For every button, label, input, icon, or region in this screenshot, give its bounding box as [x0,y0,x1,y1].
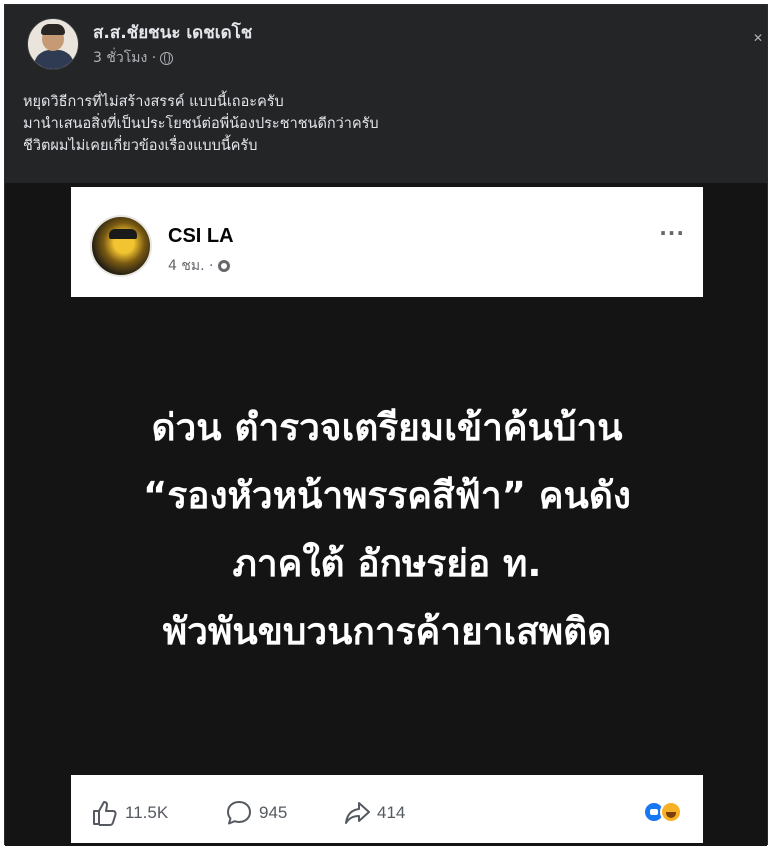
headline-line: ภาคใต้ อักษรย่อ ท. [232,542,542,585]
page-avatar-artwork [92,217,150,275]
post-header: ส.ส.ชัยชนะ เดชเดโช 3 ชั่วโมง · ✕ หยุดวิธ… [5,5,767,183]
share-button[interactable]: 414 [343,799,405,827]
post-text-line: หยุดวิธีการที่ไม่สร้างสรรค์ แบบนี้เถอะคร… [23,94,284,110]
haha-reaction-icon [660,801,682,823]
headline-line: “รองหัวหน้าพรรคสีฟ้า” คนดัง [143,474,631,517]
share-count: 414 [377,803,406,822]
post-time[interactable]: 3 ชั่วโมง · [93,47,156,69]
shared-post-meta: 4 ชม. · [168,255,231,277]
thumbs-up-icon [93,801,117,826]
shared-post-time[interactable]: 4 ชม. · [168,255,213,277]
post-text-line: ชีวิตผมไม่เคยเกี่ยวข้องเรื่องแบบนี้ครับ [23,138,258,154]
comment-icon [227,801,251,825]
share-icon [345,802,370,824]
screenshot-frame: ส.ส.ชัยชนะ เดชเดโช 3 ชั่วโมง · ✕ หยุดวิธ… [0,0,775,849]
more-options-icon[interactable]: ··· [659,221,685,245]
page-avatar-hat [109,229,137,239]
page-avatar[interactable] [90,215,152,277]
avatar-shirt [34,50,74,69]
comment-count: 945 [259,803,288,822]
avatar-hair [41,24,65,35]
facebook-post: ส.ส.ชัยชนะ เดชเดโช 3 ชั่วโมง · ✕ หยุดวิธ… [4,4,768,846]
headline-line: ด่วน ตำรวจเตรียมเข้าค้นบ้าน [151,406,623,449]
like-count: 11.5K [125,803,169,822]
post-meta: 3 ชั่วโมง · [93,47,174,69]
author-avatar[interactable] [27,18,79,70]
post-text: หยุดวิธีการที่ไม่สร้างสรรค์ แบบนี้เถอะคร… [23,91,743,157]
like-button[interactable]: 11.5K [91,799,168,827]
page-name[interactable]: CSI LA [168,225,234,248]
close-icon[interactable]: ✕ [753,31,763,45]
gear-icon [218,260,231,272]
author-name[interactable]: ส.ส.ชัยชนะ เดชเดโช [93,19,252,46]
headline-line: พัวพันขบวนการค้ายาเสพติด [162,610,612,653]
shared-post-header: CSI LA 4 ชม. · ··· [71,187,703,297]
post-text-line: มานำเสนอสิ่งที่เป็นประโยชน์ต่อพี่น้องประ… [23,116,379,132]
action-bar: 11.5K 945 414 [71,775,703,843]
shared-post-image[interactable]: CSI LA 4 ชม. · ··· ด่วน ตำรวจเตรียมเข้าค… [5,183,767,846]
headline-text: ด่วน ตำรวจเตรียมเข้าค้นบ้าน “รองหัวหน้าพ… [75,394,699,666]
reactions-summary[interactable] [643,801,685,823]
globe-icon [160,51,174,65]
comment-button[interactable]: 945 [225,799,287,827]
